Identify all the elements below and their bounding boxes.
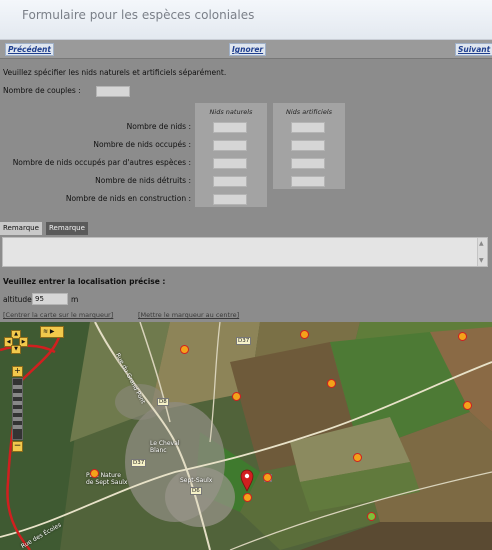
instruction-text: Veuillez spécifier les nids naturels et … (3, 68, 227, 77)
observation-marker[interactable] (458, 332, 467, 341)
scroll-up-icon[interactable]: ▲ (479, 240, 484, 247)
artificial-other-species-input[interactable] (291, 158, 325, 169)
layer-switch-button[interactable]: ≋ ▶ (40, 326, 64, 338)
artificial-destroyed-input[interactable] (291, 176, 325, 187)
altitude-unit: m (71, 295, 79, 304)
tab-remark[interactable]: Remarque (0, 222, 42, 235)
altitude-label: altitude (3, 295, 32, 304)
natural-other-species-input[interactable] (213, 158, 247, 169)
pan-control[interactable]: ▲ ◀ ▶ ▼ (4, 330, 28, 354)
couples-input[interactable] (96, 86, 130, 97)
zoom-in-button[interactable]: + (12, 366, 23, 377)
observation-marker[interactable] (232, 392, 241, 401)
center-map-link[interactable]: [Centrer la carte sur le marqueur] (3, 311, 113, 319)
altitude-value: 95 (35, 295, 44, 303)
artificial-nests-input[interactable] (291, 122, 325, 133)
observation-marker[interactable] (327, 379, 336, 388)
observation-marker[interactable] (180, 345, 189, 354)
row-label-destroyed: Nombre de nids détruits : (95, 176, 191, 185)
natural-nests-input[interactable] (213, 122, 247, 133)
natural-nests-panel: Nids naturels (195, 103, 267, 207)
previous-button[interactable]: Précédent (5, 43, 54, 56)
row-label-occupied: Nombre de nids occupés : (93, 140, 191, 149)
row-label-nests: Nombre de nids : (126, 122, 191, 131)
page-header: Formulaire pour les espèces coloniales (0, 0, 492, 40)
map-label-cheval-blanc: Le Cheval Blanc (150, 440, 180, 454)
road-label-d37-north: D37 (236, 337, 252, 345)
observation-marker[interactable] (353, 453, 362, 462)
observation-marker[interactable] (90, 469, 99, 478)
couples-label: Nombre de couples : (3, 86, 81, 95)
satellite-map[interactable]: ▲ ◀ ▶ ▼ ≋ ▶ + − D37 D8 D37 D6 5 Le Cheva… (0, 322, 492, 550)
row-label-construction: Nombre de nids en construction : (65, 194, 191, 203)
natural-construction-input[interactable] (213, 194, 247, 205)
artificial-nests-header: Nids artificiels (285, 108, 333, 116)
altitude-input[interactable]: 95 (32, 293, 68, 305)
road-label-d8: D8 (157, 398, 169, 406)
textarea-scrollbar[interactable]: ▲ ▼ (477, 238, 487, 266)
observation-marker[interactable] (463, 401, 472, 410)
tab-protected-remark[interactable]: Remarque protégée (46, 222, 88, 245)
road-label-d6: D6 (190, 487, 202, 495)
skip-button[interactable]: Ignorer (229, 43, 267, 56)
map-label-sept-saulx: Sept-Saulx (180, 477, 213, 484)
artificial-occupied-input[interactable] (291, 140, 325, 151)
observation-marker[interactable] (263, 473, 272, 482)
scroll-down-icon[interactable]: ▼ (479, 257, 484, 264)
observation-marker[interactable] (243, 493, 252, 502)
natural-destroyed-input[interactable] (213, 176, 247, 187)
location-pin-icon[interactable] (240, 468, 254, 492)
layers-icon: ≋ ▶ (43, 328, 55, 335)
natural-nests-header: Nids naturels (209, 108, 253, 116)
pan-down-icon[interactable]: ▼ (11, 345, 21, 354)
observation-marker-green[interactable] (367, 512, 376, 521)
next-button[interactable]: Suivant (455, 43, 492, 56)
page-title: Formulaire pour les espèces coloniales (22, 8, 255, 22)
zoom-out-button[interactable]: − (12, 441, 23, 452)
observation-marker[interactable] (300, 330, 309, 339)
map-imagery (0, 322, 492, 550)
row-label-other-species: Nombre de nids occupés par d'autres espè… (12, 158, 191, 167)
remark-textarea[interactable]: ▲ ▼ (2, 237, 488, 267)
road-label-d37-south: D37 (131, 459, 147, 467)
nav-bar: Précédent Ignorer Suivant (0, 40, 492, 59)
zoom-slider[interactable] (12, 378, 23, 440)
place-marker-link[interactable]: [Mettre le marqueur au centre] (138, 311, 239, 319)
natural-occupied-input[interactable] (213, 140, 247, 151)
location-heading: Veuillez entrer la localisation précise … (3, 277, 166, 286)
